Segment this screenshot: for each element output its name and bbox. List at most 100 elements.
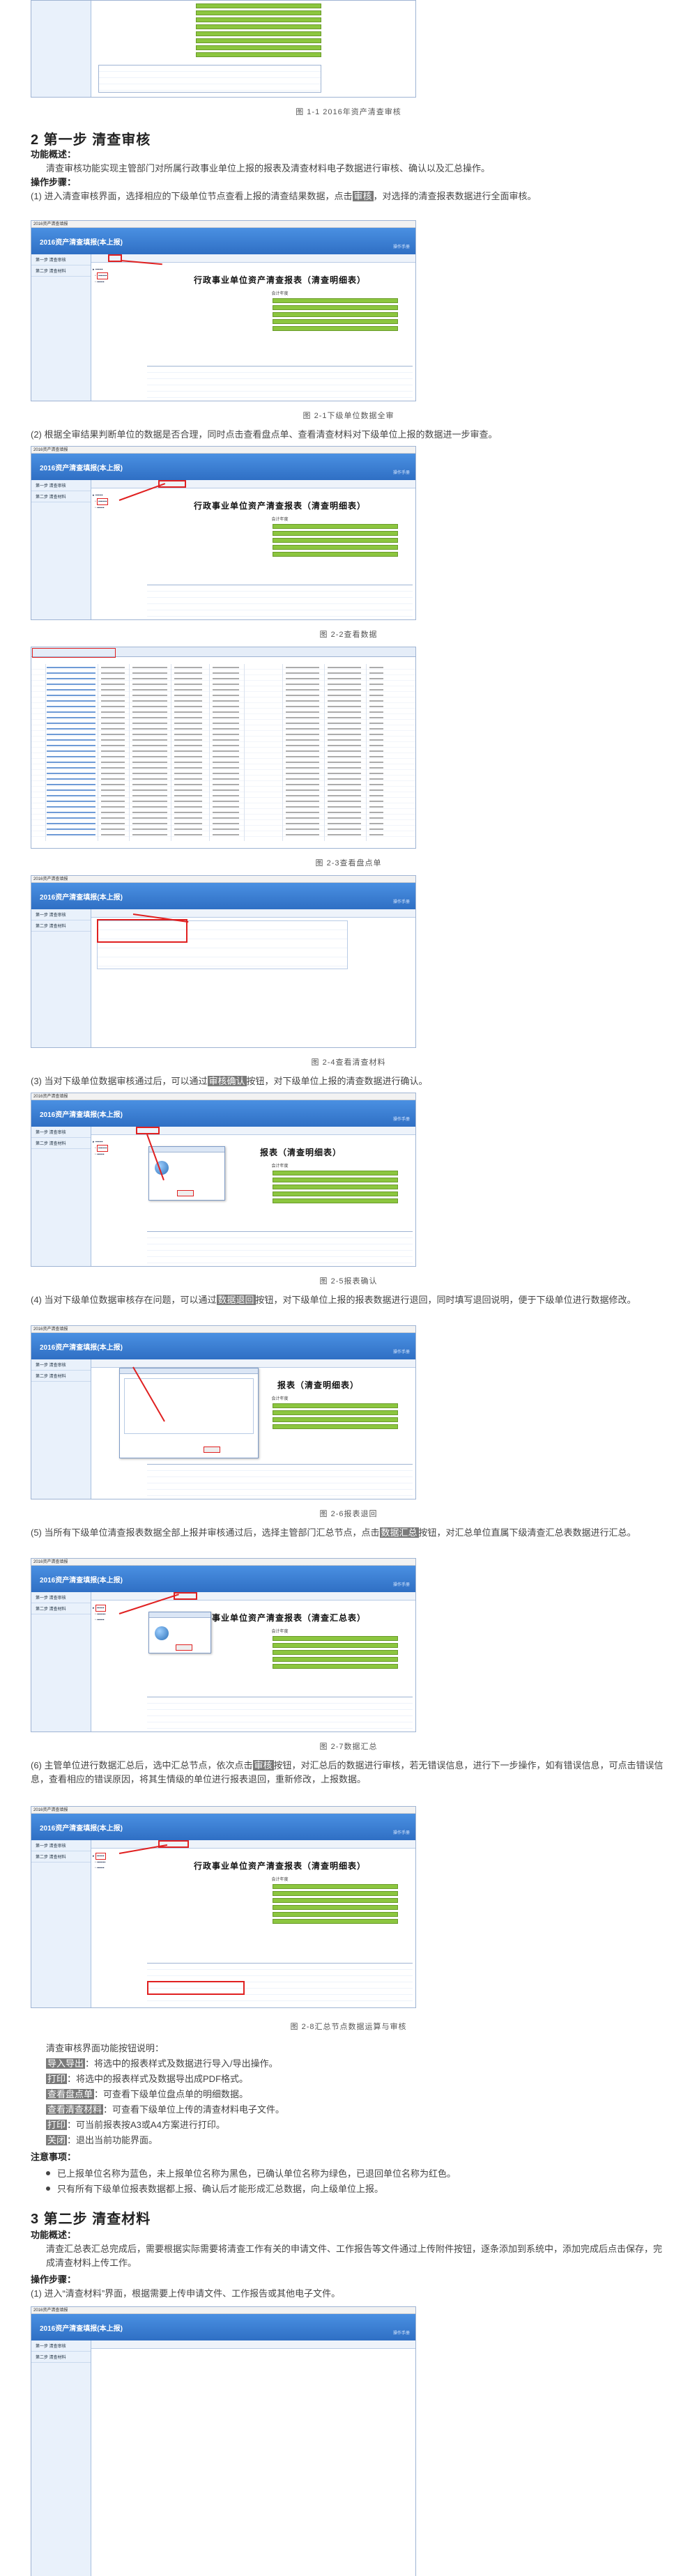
sidebar-item[interactable]: 第二步 清查材料 (31, 1603, 91, 1614)
func-label: 功能概述： (31, 149, 77, 160)
column-divider (129, 664, 130, 841)
app-banner: 2016资产清查填报(本上报) 操作手册 (31, 1333, 415, 1359)
column-divider (209, 664, 210, 841)
text-column (369, 665, 383, 840)
confirm-dialog (148, 1612, 211, 1653)
sidebar-item[interactable]: 第二步 清查材料 (31, 920, 91, 932)
steps-label: 操作步骤： (31, 2274, 77, 2285)
column-divider (324, 664, 325, 841)
figure-caption: 图 2-5报表确认 (319, 1277, 378, 1286)
document-page: 图 1-1 2016年资产清查审核 2 第一步 清查审核 功能概述： 清查审核功… (0, 0, 697, 2576)
sidebar-item[interactable]: 第一步 清查审核 (31, 254, 91, 265)
main-panel: ▸ ▪▪▪▪▪▪ ▫ ▪▪▪▪▪▪▪ ▫ ▪▪▪▪▪▪ 行政事业单位资产清查报表… (91, 480, 415, 619)
step-1: (1) 进入“清查材料”界面，根据需要上传申请文件、工作报告或其他电子文件。 (31, 2288, 341, 2299)
sidebar: 第一步 清查审核 第二步 清查材料 (31, 480, 91, 619)
toolbar (91, 1840, 415, 1849)
result-grid (147, 1464, 413, 1496)
steps-label: 操作步骤： (31, 177, 77, 187)
annotation-box (97, 919, 187, 943)
main-panel: 报表（清查明细表） 会计年度 (91, 1359, 415, 1499)
figure-caption: 图 2-4查看清查材料 (311, 1058, 386, 1067)
sidebar-item[interactable]: 第二步 清查材料 (31, 2352, 91, 2363)
screenshot-fig-3-1: 2016资产清查填报 2016资产清查填报(本上报) 操作手册 第一步 清查审核 … (31, 2306, 416, 2576)
figure-caption: 图 2-7数据汇总 (319, 1743, 378, 1751)
unit-tree: ▸ ▪▪▪▪▪▪ ▫ ▪▪▪▪▪▪▪ ▫ ▪▪▪▪▪▪ (93, 1140, 109, 1157)
button-desc-item: 打印 ：可当前报表按A3或A4方案进行打印。 (46, 2120, 225, 2130)
sidebar-item[interactable]: 第一步 清查审核 (31, 1359, 91, 1371)
sidebar-item[interactable]: 第二步 清查材料 (31, 1138, 91, 1149)
window-title: 2016资产清查填报 (31, 221, 415, 228)
column-divider (366, 664, 367, 841)
ok-button[interactable] (204, 1447, 220, 1453)
screenshot-fig-2-6: 2016资产清查填报 2016资产清查填报(本上报) 操作手册 第一步 清查审核 … (31, 1325, 416, 1499)
result-grid (147, 585, 413, 617)
screenshot-fig-2-8: 2016资产清查填报 2016资产清查填报(本上报) 操作手册 第一步 清查审核 … (31, 1806, 416, 2008)
globe-icon (155, 1626, 169, 1640)
button-desc-item: 关闭 ：退出当前功能界面。 (46, 2135, 158, 2145)
sidebar (31, 1, 91, 97)
section-heading: 2 第一步 清查审核 (31, 132, 151, 148)
note-item: 只有所有下级单位报表数据都上报、确认后才能形成汇总数据，向上级单位上报。 (46, 2182, 666, 2196)
report: 行政事业单位资产清查报表（清查明细表） 会计年度 (147, 264, 413, 331)
window-title: 2016资产清查填报 (31, 447, 415, 454)
ok-button[interactable] (176, 1644, 192, 1651)
text-column (101, 665, 125, 840)
button-desc-item: 导入导出 ：将选中的报表样式及数据进行导入/导出操作。 (46, 2058, 278, 2069)
figure-caption: 图 2-6报表退回 (319, 1510, 378, 1518)
step-6: (6) 主管单位进行数据汇总后，选中汇总节点，依次点击 审核 按钮，对汇总后的数据进… (31, 1760, 664, 1784)
sidebar: 第一步 清查审核 第二步 清查材料 (31, 2340, 91, 2576)
annotation-box (32, 648, 116, 658)
func-label: 功能概述： (31, 2230, 77, 2240)
step-2: (2) 根据全审结果判断单位的数据是否合理，同时点击查看盘点单、查看清查材料对下… (31, 429, 498, 440)
main-panel (91, 909, 415, 1047)
button-desc-title: 清查审核界面功能按钮说明： (46, 2043, 164, 2053)
section-heading: 3 第二步 清查材料 (31, 2212, 151, 2227)
button-desc-item: 打印 ：将选中的报表样式及数据导出成PDF格式。 (46, 2074, 249, 2084)
annotation-box (147, 1981, 245, 1995)
unit-tree: ▸ ▪▪▪▪▪▪ ▫ ▪▪▪▪▪▪▪ ▫ ▪▪▪▪▪▪ (93, 268, 109, 284)
sidebar: 第一步 清查审核 第二步 清查材料 (31, 1592, 91, 1732)
sidebar: 第一步 清查审核 第二步 清查材料 (31, 1359, 91, 1499)
sidebar-item[interactable]: 第一步 清查审核 (31, 909, 91, 920)
annotation-box (136, 1127, 160, 1134)
column-divider (282, 664, 283, 841)
sidebar-item[interactable]: 第二步 清查材料 (31, 1851, 91, 1862)
report: 行政事业单位资产清查报表（清查明细表） 会计年度 (147, 1850, 413, 1924)
sidebar-item[interactable]: 第一步 清查审核 (31, 1840, 91, 1851)
app-banner: 2016资产清查填报(本上报) 操作手册 (31, 454, 415, 480)
result-grid (147, 366, 413, 398)
sidebar: 第一步 清查审核 第二步 清查材料 (31, 254, 91, 401)
sidebar-item[interactable]: 第一步 清查审核 (31, 1127, 91, 1138)
step-3: (3) 当对下级单位数据审核通过后，可以通过 审核确认 按钮，对下级单位上报的清查数… (31, 1076, 428, 1086)
sidebar-item[interactable]: 第二步 清查材料 (31, 491, 91, 502)
text-column (213, 665, 239, 840)
window-title: 2016资产清查填报 (31, 1326, 415, 1333)
step-1: (1) 进入清查审核界面，选择相应的下级单位节点查看上报的清查结果数据，点击 审核… (31, 191, 537, 201)
sidebar-item[interactable]: 第一步 清查审核 (31, 480, 91, 491)
sidebar-item[interactable]: 第一步 清查审核 (31, 2340, 91, 2352)
app-banner: 2016资产清查填报(本上报) 操作手册 (31, 1814, 415, 1840)
step-4: (4) 当对下级单位数据审核存在问题，可以通过 数据退回 按钮，对下级单位上报的报表… (31, 1295, 636, 1305)
sidebar-item[interactable]: 第二步 清查材料 (31, 265, 91, 277)
func-text: 清查汇总表汇总完成后，需要根据实际需要将清查工作有关的申请文件、工作报告等文件通… (46, 2244, 663, 2268)
unit-tree: ▸ ▪▪▪▪▪▪ ▫ ▪▪▪▪▪▪▪ ▫ ▪▪▪▪▪▪ (93, 1853, 106, 1870)
result-grid (147, 1697, 413, 1729)
screenshot-fig-2-5: 2016资产清查填报 2016资产清查填报(本上报) 操作手册 第一步 清查审核 … (31, 1093, 416, 1267)
sidebar-item[interactable]: 第一步 清查审核 (31, 1592, 91, 1603)
column-divider (244, 664, 245, 841)
ok-button[interactable] (177, 1190, 194, 1196)
func-text: 清查审核功能实现主管部门对所属行政事业单位上报的报表及清查材料电子数据进行审核、… (46, 163, 491, 173)
figure-caption: 图 2-1下级单位数据全审 (302, 412, 395, 420)
sidebar-item[interactable]: 第二步 清查材料 (31, 1371, 91, 1382)
window-title: 2016资产清查填报 (31, 1807, 415, 1814)
app-banner: 2016资产清查填报(本上报) 操作手册 (31, 1566, 415, 1592)
toolbar (91, 480, 415, 488)
toolbar (91, 1592, 415, 1601)
sidebar: 第一步 清查审核 第二步 清查材料 (31, 1127, 91, 1266)
window-title: 2016资产清查填报 (31, 1559, 415, 1566)
report: 行政事业单位资产清查报表（清查明细表） 会计年度 (147, 490, 413, 557)
screenshot-fig-2-4: 2016资产清查填报 2016资产清查填报(本上报) 操作手册 第一步 清查审核 … (31, 875, 416, 1048)
figure-caption: 图 2-8汇总节点数据运算与审核 (290, 2023, 407, 2031)
link-column[interactable] (47, 665, 95, 840)
text-column (132, 665, 167, 840)
